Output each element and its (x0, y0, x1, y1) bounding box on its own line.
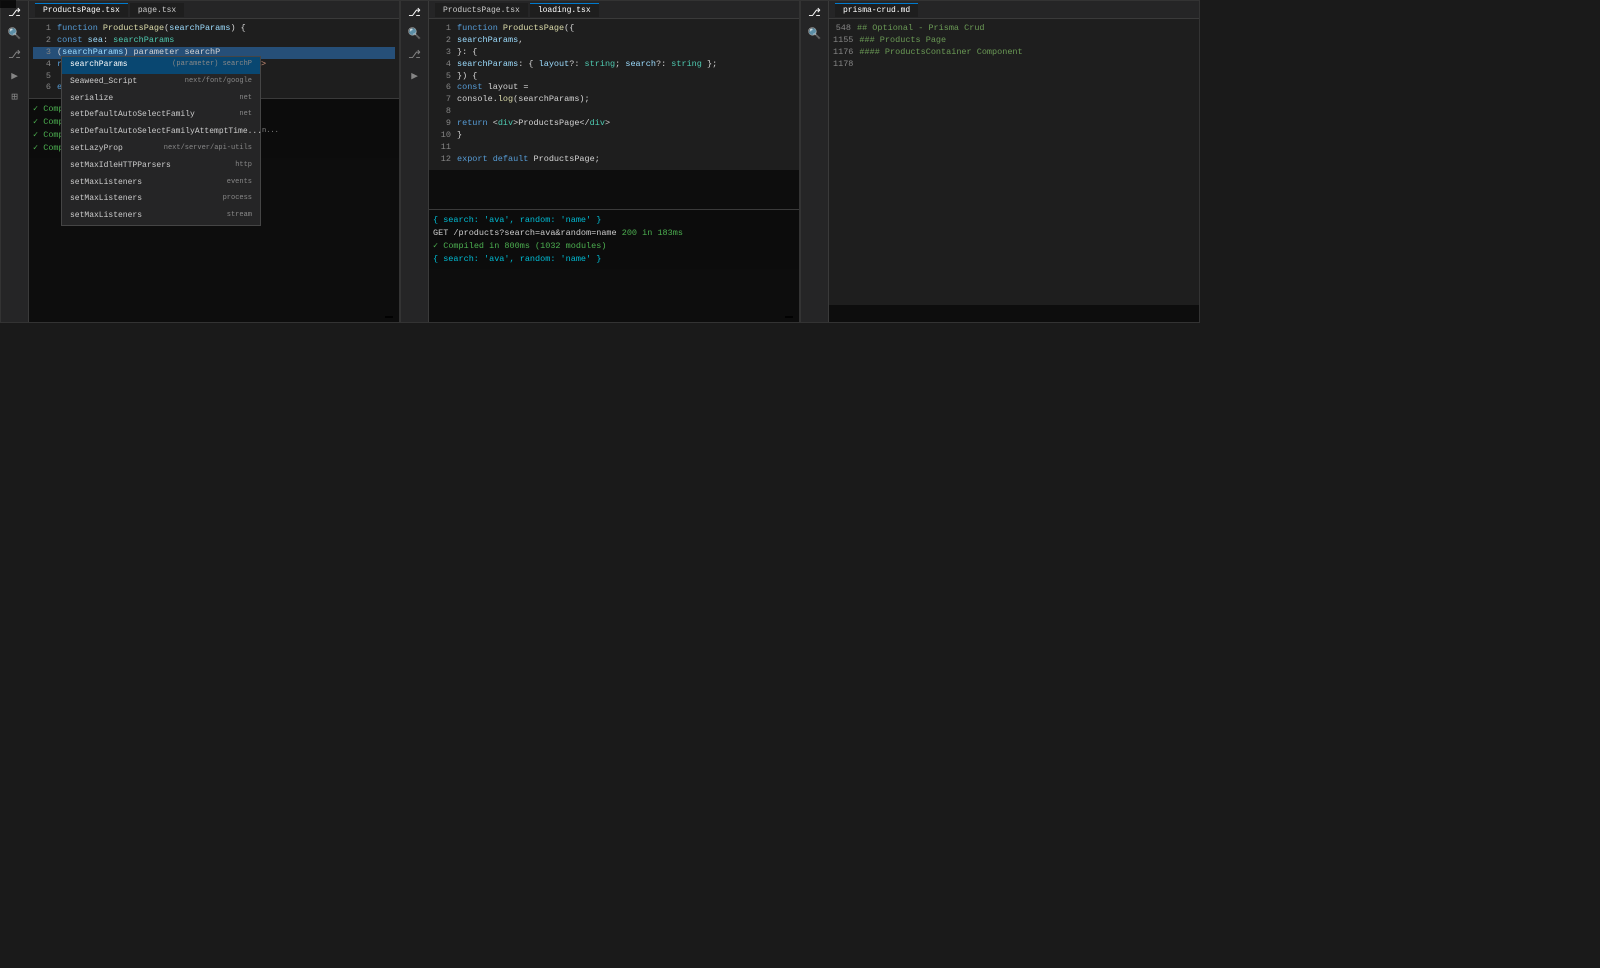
ac-item-5[interactable]: setDefaultAutoSelectFamilyAttemptTime...… (62, 124, 260, 141)
main-code-area-1: ProductsPage.tsx page.tsx 1function Prod… (29, 1, 399, 322)
debug-icon-2[interactable]: ▶ (407, 68, 423, 84)
ac-item-6[interactable]: setLazyPropnext/server/api-utils (62, 141, 260, 158)
terminal-2: { search: 'ava', random: 'name' } GET /p… (429, 210, 799, 269)
panel-3: ⎇ 🔍 prisma-crud.md 548## Optional - Pris… (800, 0, 1200, 323)
code-editor-3: 548## Optional - Prisma Crud 1155### Pro… (829, 19, 1199, 305)
main-code-area-3: prisma-crud.md 548## Optional - Prisma C… (829, 1, 1199, 322)
tab-products-page-2[interactable]: ProductsPage.tsx (435, 3, 528, 17)
timestamp-2 (785, 316, 793, 318)
debug-icon[interactable]: ▶ (7, 68, 23, 84)
ac-item-3[interactable]: serializenet (62, 91, 260, 108)
search-icon-2[interactable]: 🔍 (407, 26, 423, 42)
timestamp-1 (385, 316, 393, 318)
mini-sidebar-1: ⎇ 🔍 ⎇ ▶ ⊞ (1, 1, 29, 322)
ac-item-7[interactable]: setMaxIdleHTTPParsershttp (62, 158, 260, 175)
panel-header-3: prisma-crud.md (829, 1, 1199, 19)
explorer-icon-2[interactable]: ⎇ (407, 5, 423, 21)
tab-loading[interactable]: loading.tsx (530, 3, 599, 17)
ac-item-4[interactable]: setDefaultAutoSelectFamilynet (62, 107, 260, 124)
extensions-icon[interactable]: ⊞ (7, 89, 23, 105)
ac-item-9[interactable]: setMaxListenersprocess (62, 191, 260, 208)
panel-header-1: ProductsPage.tsx page.tsx (29, 1, 399, 19)
ac-item-1[interactable]: searchParams(parameter) searchP (62, 57, 260, 74)
tab-products-page[interactable]: ProductsPage.tsx (35, 3, 128, 17)
git-icon[interactable]: ⎇ (7, 47, 23, 63)
ac-item-10[interactable]: setMaxListenersstream (62, 208, 260, 225)
git-icon-2[interactable]: ⎇ (407, 47, 423, 63)
ac-item-8[interactable]: setMaxListenersevents (62, 175, 260, 192)
search-icon-3[interactable]: 🔍 (807, 26, 823, 42)
video-grid: ⎇ 🔍 ⎇ ▶ ⊞ ProductsPage.tsx page.tsx 1fun… (0, 0, 1600, 968)
panel-2: ⎇ 🔍 ⎇ ▶ ProductsPage.tsx loading.tsx 1fu… (400, 0, 800, 323)
ac-item-2[interactable]: Seaweed_Scriptnext/font/google (62, 74, 260, 91)
search-sidebar-icon[interactable]: 🔍 (7, 26, 23, 42)
panel-1: ⎇ 🔍 ⎇ ▶ ⊞ ProductsPage.tsx page.tsx 1fun… (0, 0, 400, 323)
explorer-icon-3[interactable]: ⎇ (807, 5, 823, 21)
mini-sidebar-3: ⎇ 🔍 (801, 1, 829, 322)
autocomplete-dropdown-1: searchParams(parameter) searchP Seaweed_… (61, 56, 261, 226)
panel-header-2: ProductsPage.tsx loading.tsx (429, 1, 799, 19)
code-editor-2: 1function ProductsPage({ 2 searchParams,… (429, 19, 799, 170)
mini-sidebar-2: ⎇ 🔍 ⎇ ▶ (401, 1, 429, 322)
tab-page[interactable]: page.tsx (130, 3, 184, 17)
file-info (0, 0, 16, 8)
tab-prisma-md[interactable]: prisma-crud.md (835, 3, 918, 17)
main-code-area-2: ProductsPage.tsx loading.tsx 1function P… (429, 1, 799, 322)
